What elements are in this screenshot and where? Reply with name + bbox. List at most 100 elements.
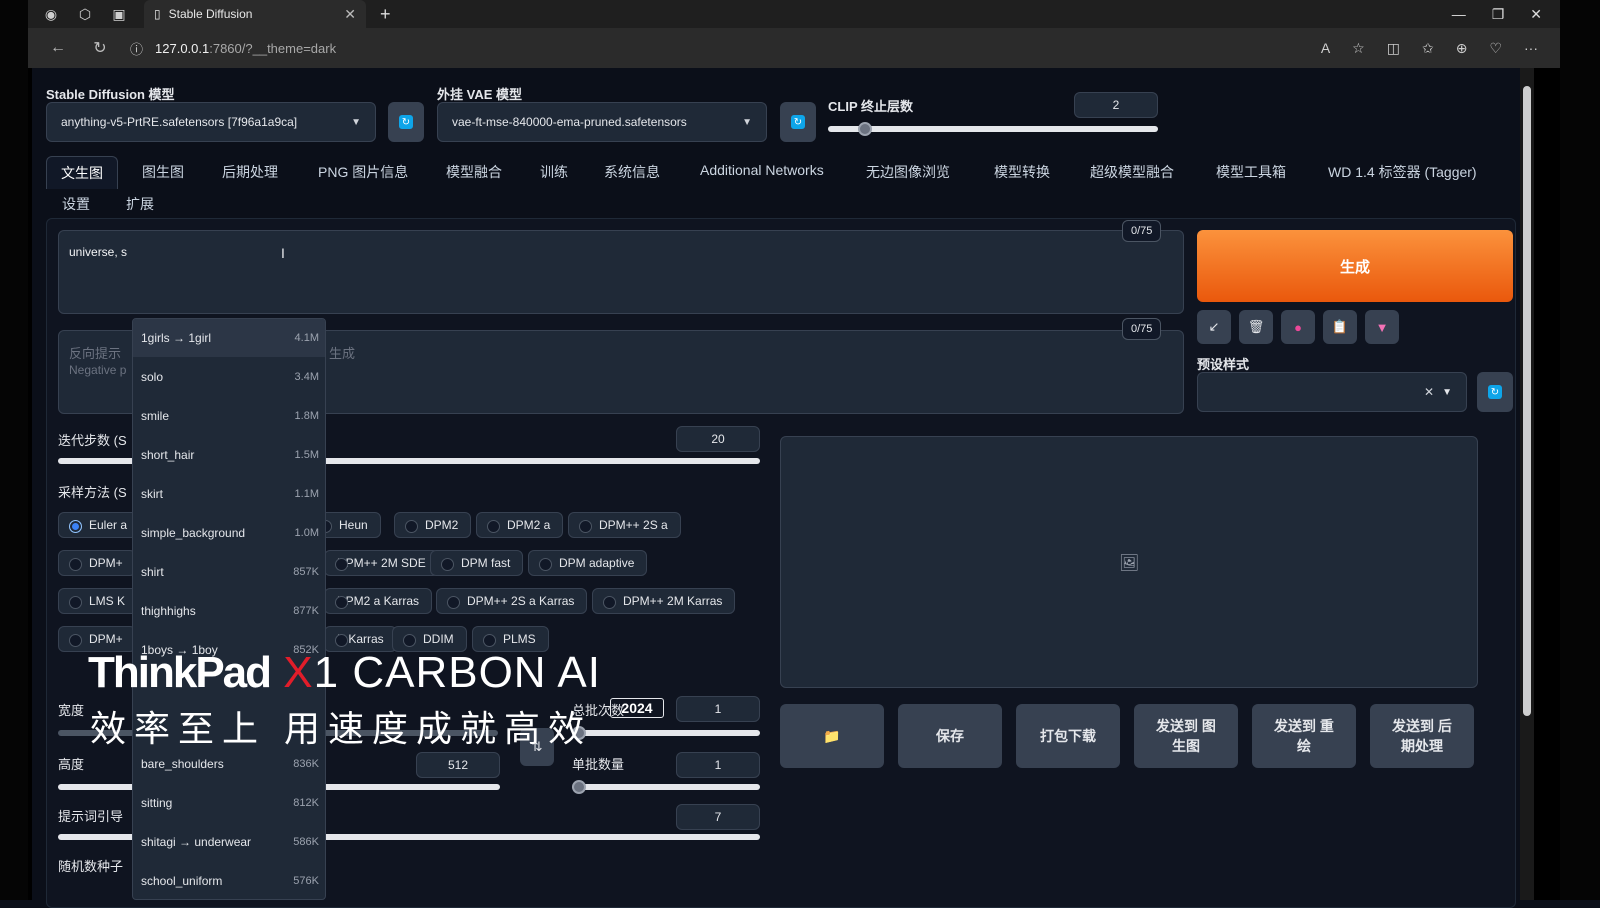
height-label: 高度 xyxy=(58,757,85,772)
style-dropdown[interactable]: ✕ ▼ xyxy=(1197,372,1467,412)
window-close-icon[interactable]: ✕ xyxy=(1530,6,1542,23)
tab-img2img[interactable]: 图生图 xyxy=(142,162,184,182)
collections-icon[interactable]: ⊕ xyxy=(1456,40,1468,57)
sampler-euler-a[interactable]: Euler a xyxy=(58,512,141,538)
open-folder-button[interactable]: 📁 xyxy=(780,704,884,768)
refresh-model-button[interactable]: ↻ xyxy=(388,102,424,142)
cfg-input[interactable]: 7 xyxy=(676,804,760,830)
url-field[interactable]: ⓘ 127.0.0.1 :7860/?__theme=dark xyxy=(130,39,336,58)
suggestion-item[interactable]: smile 1.8M xyxy=(133,397,325,435)
batch-count-slider[interactable] xyxy=(572,730,760,736)
sd-model-dropdown[interactable]: anything-v5-PrtRE.safetensors [7f96a1a9c… xyxy=(46,102,376,142)
prompt-textarea[interactable]: universe, s I xyxy=(58,230,1184,314)
new-tab-icon[interactable]: + xyxy=(380,4,391,25)
tab-extras[interactable]: 后期处理 xyxy=(222,162,278,182)
suggestion-item[interactable]: thighhighs 877K xyxy=(133,592,325,630)
favorites-icon[interactable]: ✩ xyxy=(1422,40,1434,57)
scrollbar[interactable] xyxy=(1520,68,1534,900)
page-icon: ▯ xyxy=(154,7,161,21)
height-input[interactable]: 512 xyxy=(416,752,500,778)
scrollbar-thumb[interactable] xyxy=(1523,86,1531,716)
close-tab-icon[interactable]: ✕ xyxy=(344,6,356,23)
refresh-icon: ↻ xyxy=(791,115,805,129)
send-to-img2img-button[interactable]: 发送到 图生图 xyxy=(1134,704,1238,768)
tab-model-convert[interactable]: 模型转换 xyxy=(994,162,1050,182)
sampler-lms-karras[interactable]: LMS K xyxy=(58,588,139,614)
clip-skip-slider-handle[interactable] xyxy=(858,122,872,136)
tab-txt2img[interactable]: 文生图 xyxy=(46,156,118,189)
cfg-label: 提示词引导 xyxy=(58,809,124,824)
suggestion-item[interactable]: short_hair 1.5M xyxy=(133,436,325,474)
reload-icon[interactable]: ↻ xyxy=(88,38,112,58)
suggestion-item[interactable]: skirt 1.1M xyxy=(133,475,325,513)
suggestion-item[interactable]: school_uniform 576K xyxy=(133,862,325,899)
minimize-icon[interactable]: — xyxy=(1452,6,1466,23)
read-params-button[interactable]: ↙ xyxy=(1197,310,1231,344)
tab-tagger[interactable]: WD 1.4 标签器 (Tagger) xyxy=(1328,162,1477,182)
tab-actions-icon[interactable]: ▣ xyxy=(108,3,130,25)
zip-download-button[interactable]: 打包下载 xyxy=(1016,704,1120,768)
sampler-dpm-adaptive[interactable]: DPM adaptive xyxy=(528,550,648,576)
steps-input[interactable]: 20 xyxy=(676,426,760,452)
save-button[interactable]: 保存 xyxy=(898,704,1002,768)
read-aloud-icon[interactable]: A xyxy=(1321,40,1330,57)
save-style-button[interactable]: ▼ xyxy=(1365,310,1399,344)
sampler-dpmpp-2m-karras[interactable]: DPM++ 2M Karras xyxy=(592,588,736,614)
tab-image-browser[interactable]: 无边图像浏览 xyxy=(866,162,950,182)
suggestion-item[interactable]: solo 3.4M xyxy=(133,358,325,396)
extra-networks-button[interactable]: ● xyxy=(1281,310,1315,344)
send-to-extras-button[interactable]: 发送到 后期处理 xyxy=(1370,704,1474,768)
batch-size-slider-handle[interactable] xyxy=(572,780,586,794)
batch-size-input[interactable]: 1 xyxy=(676,752,760,778)
batch-size-slider[interactable] xyxy=(572,784,760,790)
tab-additional-networks[interactable]: Additional Networks xyxy=(700,162,824,178)
suggestion-item[interactable]: sitting 812K xyxy=(133,784,325,822)
restore-icon[interactable]: ❐ xyxy=(1492,6,1505,23)
tab-settings[interactable]: 设置 xyxy=(62,194,90,214)
tab-super-merger[interactable]: 超级模型融合 xyxy=(1090,162,1174,182)
split-screen-icon[interactable]: ◫ xyxy=(1387,40,1400,57)
folder-icon: 📁 xyxy=(823,728,841,744)
sampler-dpm-fast[interactable]: DPM fast xyxy=(430,550,524,576)
vae-value: vae-ft-mse-840000-ema-pruned.safetensors xyxy=(452,115,687,129)
sampler-dpm2-a[interactable]: DPM2 a xyxy=(476,512,564,538)
apply-style-button[interactable]: 📋 xyxy=(1323,310,1357,344)
brand-overlay: ThinkPad X1 CARBON AI xyxy=(88,648,601,698)
tab-model-toolkit[interactable]: 模型工具箱 xyxy=(1216,162,1286,182)
suggestion-item[interactable]: shirt 857K xyxy=(133,553,325,591)
profile-icon[interactable]: ◉ xyxy=(40,3,62,25)
sampler-dpmpp-2m-sde[interactable]: DPM++ 2M SDE xyxy=(324,550,439,576)
generate-button[interactable]: 生成 xyxy=(1197,230,1513,302)
tab-checkpoint-merger[interactable]: 模型融合 xyxy=(446,162,502,182)
suggestion-item[interactable]: shitagi → underwear 586K xyxy=(133,823,325,861)
tab-train[interactable]: 训练 xyxy=(540,162,568,182)
image-placeholder-icon: 🖼 xyxy=(1119,555,1140,572)
workspaces-icon[interactable]: ⬡ xyxy=(74,3,96,25)
output-gallery[interactable]: 🖼 xyxy=(780,436,1478,688)
batch-count-input[interactable]: 1 xyxy=(676,696,760,722)
favorite-star-icon[interactable]: ☆ xyxy=(1352,40,1365,57)
tab-extensions[interactable]: 扩展 xyxy=(126,194,154,214)
back-icon[interactable]: ← xyxy=(46,39,70,57)
brand-model: 1 CARBON AI xyxy=(313,648,601,697)
clear-icon[interactable]: ✕ xyxy=(1424,385,1434,399)
suggestion-item[interactable]: simple_background 1.0M xyxy=(133,514,325,552)
clip-skip-input[interactable]: 2 xyxy=(1074,92,1158,118)
refresh-vae-button[interactable]: ↻ xyxy=(780,102,816,142)
sampler-dpmpp-2s-a-karras[interactable]: DPM++ 2S a Karras xyxy=(436,588,588,614)
more-icon[interactable]: ··· xyxy=(1524,40,1538,57)
sampler-dpm-row2[interactable]: DPM+ xyxy=(58,550,136,576)
vae-dropdown[interactable]: vae-ft-mse-840000-ema-pruned.safetensors… xyxy=(437,102,767,142)
browser-essentials-icon[interactable]: ♡ xyxy=(1489,40,1502,57)
sampler-dpm2-a-karras[interactable]: DPM2 a Karras xyxy=(324,588,433,614)
suggestion-item[interactable]: 1girls → 1girl 4.1M xyxy=(133,319,325,357)
sampler-dpmpp-2s-a[interactable]: DPM++ 2S a xyxy=(568,512,681,538)
browser-tab[interactable]: ▯ Stable Diffusion ✕ xyxy=(144,0,366,28)
tab-png-info[interactable]: PNG 图片信息 xyxy=(318,162,408,182)
send-to-inpaint-button[interactable]: 发送到 重绘 xyxy=(1252,704,1356,768)
tab-system-info[interactable]: 系统信息 xyxy=(604,162,660,182)
clip-skip-slider[interactable] xyxy=(828,126,1158,132)
refresh-style-button[interactable]: ↻ xyxy=(1477,372,1513,412)
sampler-dpm2[interactable]: DPM2 xyxy=(394,512,472,538)
clear-prompt-button[interactable]: 🗑 xyxy=(1239,310,1273,344)
